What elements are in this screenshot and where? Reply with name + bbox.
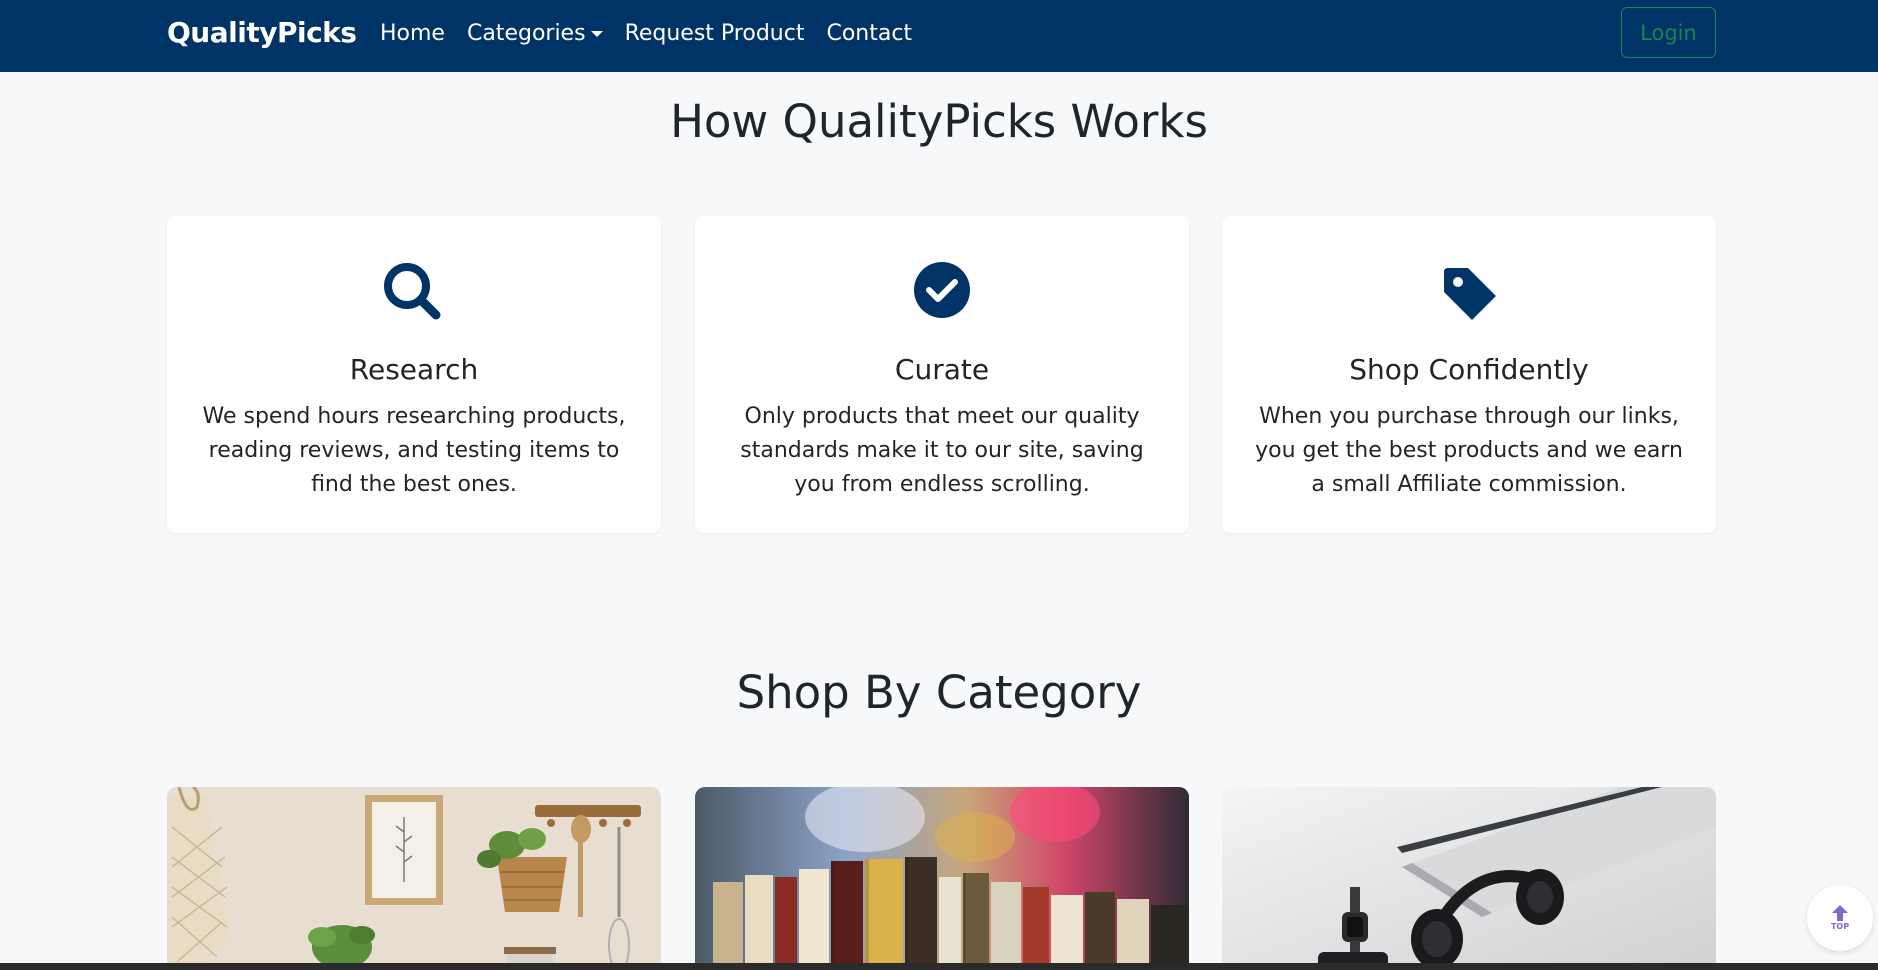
arrow-up-icon bbox=[1832, 905, 1848, 921]
category-card-books[interactable] bbox=[695, 787, 1189, 970]
how-card-shop-confidently: Shop Confidently When you purchase throu… bbox=[1222, 216, 1716, 533]
how-card-curate: Curate Only products that meet our quali… bbox=[695, 216, 1189, 533]
brand-logo[interactable]: QualityPicks bbox=[167, 0, 357, 66]
login-button[interactable]: Login bbox=[1621, 7, 1716, 58]
nav-link-contact[interactable]: Contact bbox=[826, 21, 912, 46]
page: QualityPicks Home Categories Request Pro… bbox=[0, 0, 1878, 970]
category-card-electronics[interactable] bbox=[1222, 787, 1716, 970]
nav-link-categories-label: Categories bbox=[466, 20, 586, 46]
caret-down-icon bbox=[590, 31, 603, 37]
how-card-title: Research bbox=[349, 353, 479, 386]
how-card-research: Research We spend hours researching prod… bbox=[167, 216, 661, 533]
nav-link-request-product[interactable]: Request Product bbox=[625, 21, 805, 46]
scroll-to-top-label: TOP bbox=[1830, 922, 1850, 931]
how-card-text: We spend hours researching products, rea… bbox=[202, 404, 626, 497]
nav-link-categories[interactable]: Categories bbox=[467, 21, 603, 46]
books-image bbox=[695, 787, 1189, 970]
how-it-works-title: How QualityPicks Works bbox=[670, 95, 1208, 148]
how-card-text: When you purchase through our links, you… bbox=[1255, 404, 1683, 497]
bottom-edge bbox=[0, 963, 1878, 970]
how-card-text: Only products that meet our quality stan… bbox=[740, 404, 1144, 497]
how-card-title: Shop Confidently bbox=[1349, 353, 1589, 386]
tag-icon bbox=[1222, 258, 1716, 328]
search-icon bbox=[167, 258, 661, 328]
check-circle-icon bbox=[695, 258, 1189, 328]
home-decor-image bbox=[167, 787, 661, 970]
nav-links: Home Categories Request Product Contact bbox=[380, 0, 934, 66]
how-card-title: Curate bbox=[894, 353, 990, 386]
shop-by-category-title: Shop By Category bbox=[736, 666, 1142, 719]
electronics-image bbox=[1222, 787, 1716, 970]
top-navbar: QualityPicks Home Categories Request Pro… bbox=[0, 0, 1878, 72]
category-card-home[interactable] bbox=[167, 787, 661, 970]
nav-link-home[interactable]: Home bbox=[380, 21, 445, 46]
scroll-to-top-button[interactable]: TOP bbox=[1807, 885, 1873, 951]
